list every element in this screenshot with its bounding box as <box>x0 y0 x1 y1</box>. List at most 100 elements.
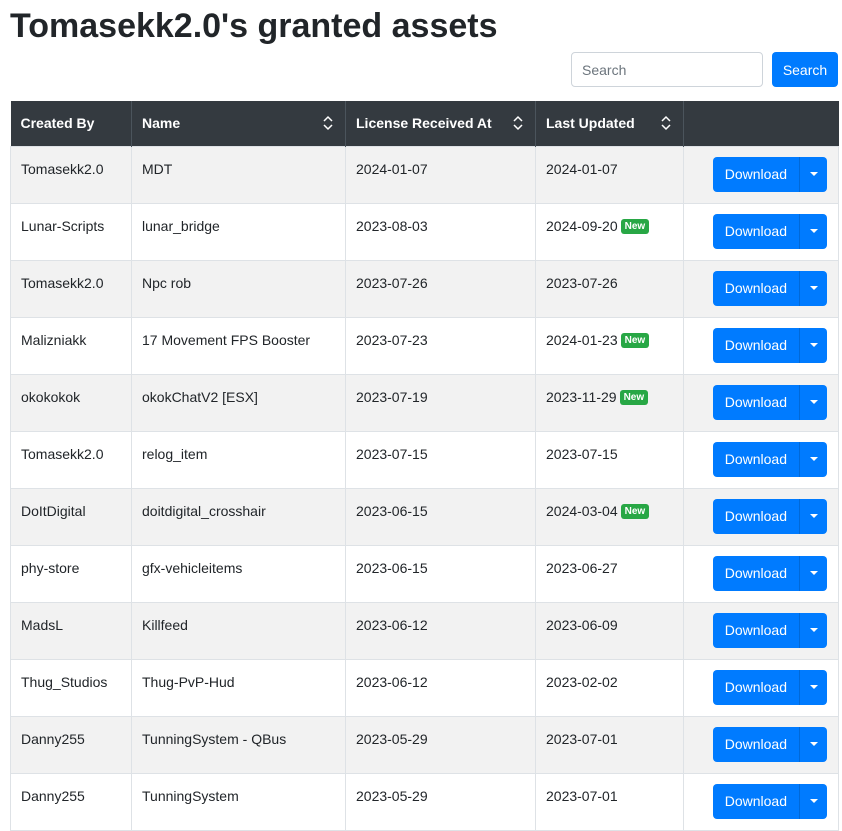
asset-name-text: Thug-PvP-Hud <box>142 673 235 690</box>
cell-created-by: Tomasekk2.0 <box>10 430 132 489</box>
last-updated-text: 2024-01-23 <box>546 331 618 348</box>
download-button[interactable]: Download <box>712 498 799 534</box>
cell-last-updated: 2024-09-20 New <box>535 202 684 261</box>
sort-icon[interactable] <box>323 115 333 131</box>
table-row: Tomasekk2.0 MDT 2024-01-07 2024-01-07 Do… <box>10 145 839 204</box>
download-dropdown-toggle[interactable] <box>799 726 827 762</box>
asset-name-text: 17 Movement FPS Booster <box>142 331 311 348</box>
download-dropdown-toggle[interactable] <box>799 612 827 648</box>
download-button[interactable]: Download <box>712 726 799 762</box>
cell-last-updated: 2024-01-07 <box>535 145 684 204</box>
created-by-text: Thug_Studios <box>21 673 108 690</box>
license-date-text: 2023-07-15 <box>356 445 428 462</box>
asset-name-text: doitdigital_crosshair <box>142 502 266 519</box>
license-date-text: 2023-05-29 <box>356 730 428 747</box>
download-button[interactable]: Download <box>712 327 799 363</box>
header-name[interactable]: Name <box>131 101 346 146</box>
license-date-text: 2024-01-07 <box>356 160 428 177</box>
download-button-group: Download <box>712 783 827 819</box>
table-row: DoItDigital doitdigital_crosshair 2023-0… <box>10 487 839 546</box>
page-title: Tomasekk2.0's granted assets <box>10 7 498 45</box>
cell-name: TunningSystem <box>131 772 346 831</box>
created-by-text: Tomasekk2.0 <box>21 160 104 177</box>
sort-icon[interactable] <box>661 115 671 131</box>
download-dropdown-toggle[interactable] <box>799 213 827 249</box>
assets-table: Created By Name License Received At Last… <box>10 101 839 831</box>
search-input[interactable] <box>571 52 763 87</box>
chevron-down-icon <box>809 229 818 233</box>
cell-created-by: DoItDigital <box>10 487 132 546</box>
created-by-text: Tomasekk2.0 <box>21 445 104 462</box>
download-button-group: Download <box>712 441 827 477</box>
cell-actions: Download <box>683 658 839 717</box>
cell-name: relog_item <box>131 430 346 489</box>
cell-license-received-at: 2023-07-15 <box>345 430 536 489</box>
header-actions <box>683 101 839 146</box>
download-dropdown-toggle[interactable] <box>799 498 827 534</box>
cell-license-received-at: 2023-05-29 <box>345 715 536 774</box>
cell-license-received-at: 2023-07-23 <box>345 316 536 375</box>
table-row: Danny255 TunningSystem 2023-05-29 2023-0… <box>10 772 839 831</box>
created-by-text: Malizniakk <box>21 331 87 348</box>
chevron-down-icon <box>809 172 818 176</box>
cell-name: gfx-vehicleitems <box>131 544 346 603</box>
download-dropdown-toggle[interactable] <box>799 669 827 705</box>
table-row: okokokok okokChatV2 [ESX] 2023-07-19 202… <box>10 373 839 432</box>
download-button[interactable]: Download <box>712 612 799 648</box>
header-created-by: Created By <box>10 101 132 146</box>
table-row: Danny255 TunningSystem - QBus 2023-05-29… <box>10 715 839 774</box>
download-button[interactable]: Download <box>712 156 799 192</box>
cell-actions: Download <box>683 715 839 774</box>
download-button-group: Download <box>712 384 827 420</box>
cell-name: okokChatV2 [ESX] <box>131 373 346 432</box>
table-row: Tomasekk2.0 Npc rob 2023-07-26 2023-07-2… <box>10 259 839 318</box>
cell-name: Npc rob <box>131 259 346 318</box>
download-button[interactable]: Download <box>712 669 799 705</box>
license-date-text: 2023-06-15 <box>356 559 428 576</box>
cell-actions: Download <box>683 487 839 546</box>
download-dropdown-toggle[interactable] <box>799 384 827 420</box>
cell-actions: Download <box>683 772 839 831</box>
download-dropdown-toggle[interactable] <box>799 327 827 363</box>
cell-last-updated: 2023-07-01 <box>535 772 684 831</box>
last-updated-text: 2023-07-15 <box>546 445 618 462</box>
download-dropdown-toggle[interactable] <box>799 555 827 591</box>
last-updated-text: 2023-11-29 <box>546 388 617 405</box>
chevron-down-icon <box>809 457 818 461</box>
download-button-group: Download <box>712 213 827 249</box>
download-button[interactable]: Download <box>712 555 799 591</box>
download-button[interactable]: Download <box>712 441 799 477</box>
cell-actions: Download <box>683 316 839 375</box>
download-button[interactable]: Download <box>712 783 799 819</box>
download-button[interactable]: Download <box>712 270 799 306</box>
cell-name: TunningSystem - QBus <box>131 715 346 774</box>
cell-created-by: okokokok <box>10 373 132 432</box>
download-button[interactable]: Download <box>712 213 799 249</box>
last-updated-text: 2023-07-26 <box>546 274 618 291</box>
cell-name: MDT <box>131 145 346 204</box>
chevron-down-icon <box>809 571 818 575</box>
sort-icon[interactable] <box>513 115 523 131</box>
cell-actions: Download <box>683 544 839 603</box>
header-license-received-at[interactable]: License Received At <box>345 101 536 146</box>
search-button[interactable]: Search <box>772 52 838 87</box>
table-row: Lunar-Scripts lunar_bridge 2023-08-03 20… <box>10 202 839 261</box>
download-dropdown-toggle[interactable] <box>799 783 827 819</box>
download-dropdown-toggle[interactable] <box>799 156 827 192</box>
download-button-group: Download <box>712 156 827 192</box>
download-dropdown-toggle[interactable] <box>799 270 827 306</box>
chevron-down-icon <box>809 343 818 347</box>
download-dropdown-toggle[interactable] <box>799 441 827 477</box>
created-by-text: Tomasekk2.0 <box>21 274 104 291</box>
table-row: Tomasekk2.0 relog_item 2023-07-15 2023-0… <box>10 430 839 489</box>
header-last-updated[interactable]: Last Updated <box>535 101 684 146</box>
cell-last-updated: 2023-02-02 <box>535 658 684 717</box>
cell-license-received-at: 2023-07-19 <box>345 373 536 432</box>
download-button-group: Download <box>712 669 827 705</box>
cell-last-updated: 2023-06-09 <box>535 601 684 660</box>
cell-last-updated: 2023-11-29 New <box>535 373 684 432</box>
download-button[interactable]: Download <box>712 384 799 420</box>
table-row: phy-store gfx-vehicleitems 2023-06-15 20… <box>10 544 839 603</box>
license-date-text: 2023-07-19 <box>356 388 428 405</box>
cell-last-updated: 2023-07-15 <box>535 430 684 489</box>
